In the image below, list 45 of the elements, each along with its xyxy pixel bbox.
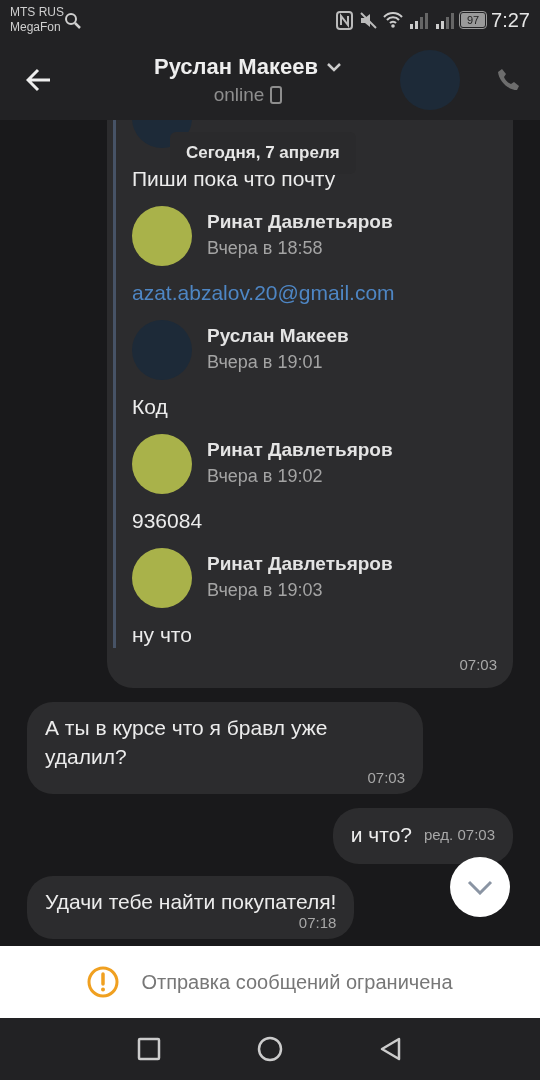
carrier-name: MegaFon xyxy=(10,20,62,35)
recents-button[interactable] xyxy=(137,1037,161,1061)
back-arrow-icon xyxy=(26,67,52,93)
chat-title[interactable]: Руслан Макеев xyxy=(153,54,342,80)
battery-level: 97 xyxy=(461,13,486,27)
email-link[interactable]: azat.abzalov.20@gmail.com xyxy=(132,281,395,304)
search-icon xyxy=(64,11,81,29)
sender-name: Руслан Макеев xyxy=(207,324,349,348)
message-date: Вчера в 19:01 xyxy=(207,351,324,374)
nav-back-button[interactable] xyxy=(379,1037,403,1061)
phone-device-icon xyxy=(270,86,283,104)
wifi-icon xyxy=(383,11,404,29)
carrier-name: MTS RUS xyxy=(10,5,64,20)
message-text: ну что xyxy=(132,623,192,646)
nfc-icon xyxy=(336,10,354,30)
message-time: 07:03 xyxy=(367,769,405,787)
message-date: Вчера в 18:58 xyxy=(207,237,324,260)
message-time: 07:18 xyxy=(298,914,337,932)
message-date: Вчера в 19:02 xyxy=(207,465,324,488)
warning-icon xyxy=(87,966,120,998)
scroll-down-button[interactable] xyxy=(450,857,510,917)
back-triangle-icon xyxy=(379,1037,403,1061)
message-text: Код xyxy=(132,395,168,418)
message-date: Вчера в 19:03 xyxy=(207,579,324,602)
message-time: ред. 07:03 xyxy=(424,825,495,845)
message-text: и что? xyxy=(350,822,412,848)
clock-time: 7:27 xyxy=(491,8,530,32)
chevron-down-icon xyxy=(467,879,493,895)
home-button[interactable] xyxy=(257,1036,283,1062)
restriction-notice: Отправка сообщений ограничена xyxy=(141,970,453,994)
signal-icon xyxy=(409,11,430,29)
message-text: А ты в курсе что я бравл уже удалил? xyxy=(45,715,329,770)
signal-icon xyxy=(435,11,456,29)
recent-apps-icon xyxy=(137,1037,161,1061)
muted-speaker-icon xyxy=(359,10,378,30)
phone-icon xyxy=(496,67,522,93)
message-text: 936084 xyxy=(132,509,203,532)
home-icon xyxy=(257,1036,283,1062)
message-time: 07:03 xyxy=(459,655,497,675)
sender-name: Ринат Давлетьяров xyxy=(207,438,393,462)
chevron-down-icon xyxy=(326,62,342,72)
sender-name: Ринат Давлетьяров xyxy=(207,210,393,234)
online-status: online xyxy=(213,84,265,106)
message-text: Удачи тебе найти покупателя! xyxy=(45,889,337,915)
sender-name: Ринат Давлетьяров xyxy=(207,552,393,576)
